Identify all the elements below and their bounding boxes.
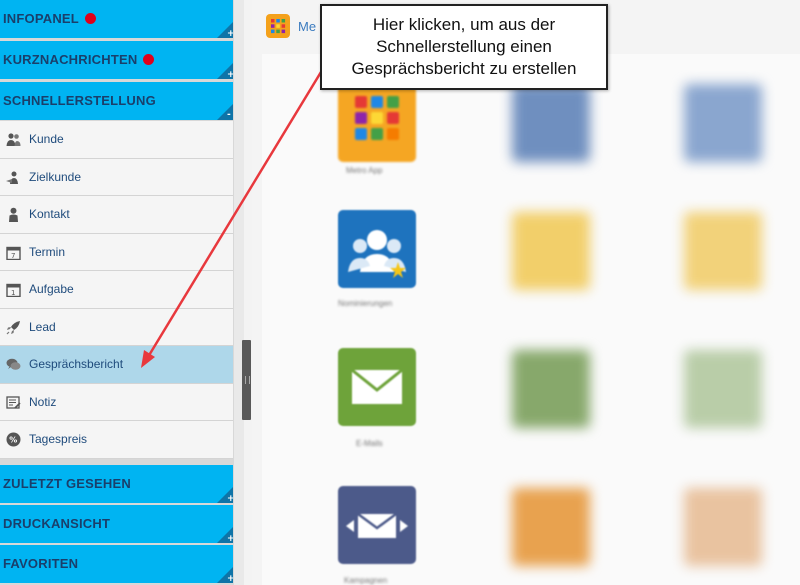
callout-line: Gesprächsbericht zu erstellen <box>351 59 577 78</box>
tutorial-callout: Hier klicken, um aus der Schnellerstellu… <box>320 4 608 90</box>
callout-line: Hier klicken, um aus der <box>372 15 556 34</box>
callout-line: Schnellerstellung einen <box>376 37 552 56</box>
